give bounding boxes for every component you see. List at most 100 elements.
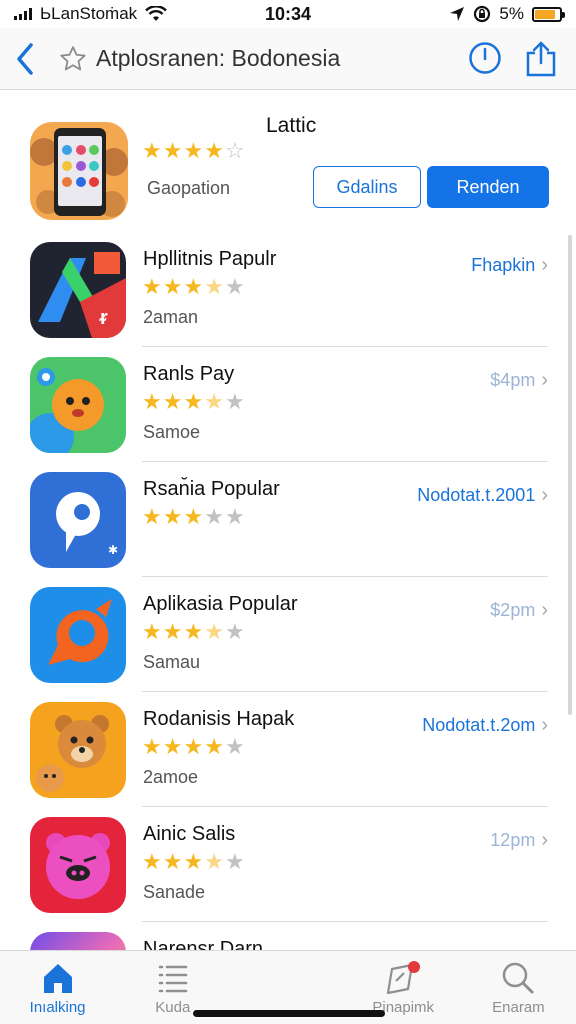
tab-home[interactable]: Inıalking bbox=[0, 951, 115, 1024]
app-action-label: Nodotat.t.2001 bbox=[417, 485, 536, 505]
star-icon: ★ bbox=[224, 504, 245, 529]
fox-icon bbox=[30, 357, 126, 453]
svg-text:ᵲ: ᵲ bbox=[99, 307, 108, 329]
carrier-label: ЬLanStoṁak bbox=[40, 4, 138, 23]
app-action-label: $2pm bbox=[490, 600, 536, 620]
blank-icon bbox=[271, 961, 305, 995]
star-icon: ★ bbox=[204, 504, 224, 529]
app-rating: ★ ★ ★ ★ ★ bbox=[142, 276, 245, 298]
app-name: Hpllitnis Papulr bbox=[143, 248, 277, 270]
star-icon: ★ bbox=[183, 389, 204, 414]
app-subtitle: 2aman bbox=[143, 307, 199, 327]
wifi-icon bbox=[145, 6, 168, 21]
nav-bar: Atplosranen: Bodonesia bbox=[0, 28, 576, 90]
list-item[interactable]: ᵲ Hpllitnis Papulr ★ ★ ★ ★ ★ 2aman Fhapkin › bbox=[0, 232, 576, 347]
star-icon: ★ bbox=[142, 274, 162, 299]
app-action[interactable]: $4pm › bbox=[490, 369, 548, 392]
star-icon: ★ bbox=[162, 849, 183, 874]
bookmark-icon bbox=[387, 961, 421, 995]
secondary-button[interactable]: Gdalins bbox=[313, 166, 421, 208]
star-icon: ★ bbox=[224, 389, 245, 414]
featured-rating: ★ ★ ★ ★ ☆ bbox=[142, 140, 245, 162]
star-icon: ★ bbox=[162, 734, 183, 759]
battery-icon bbox=[532, 6, 565, 22]
app-action-label: Fhapkin bbox=[471, 255, 536, 275]
app-action[interactable]: 12pm › bbox=[490, 829, 548, 852]
star-icon: ★ bbox=[204, 734, 224, 759]
list-item[interactable]: Ranls Pay ★ ★ ★ ★ ★ Samoe $4pm › bbox=[0, 347, 576, 462]
status-left: ЬLanStoṁak bbox=[14, 4, 214, 24]
app-action-label: 12pm bbox=[490, 830, 536, 850]
primary-button[interactable]: Renden bbox=[427, 166, 549, 208]
star-icon: ★ bbox=[204, 619, 224, 644]
list-item[interactable]: Rodanisis Hapak ★ ★ ★ ★ ★ 2amoe Nodotat.t.2o… bbox=[0, 692, 576, 807]
list-icon bbox=[158, 965, 188, 993]
star-icon: ★ bbox=[183, 849, 204, 874]
chevron-right-icon: › bbox=[541, 829, 548, 851]
app-rating: ★ ★ ★ ★ ★ bbox=[142, 851, 245, 873]
app-subtitle: 2amoe bbox=[143, 767, 199, 787]
list-item[interactable]: Aplikasia Popular ★ ★ ★ ★ ★ Samau $2pm › bbox=[0, 577, 576, 692]
home-icon bbox=[43, 964, 72, 993]
clock-icon[interactable] bbox=[468, 41, 502, 75]
chevron-right-icon: › bbox=[541, 714, 548, 736]
app-rating: ★ ★ ★ ★ ★ bbox=[142, 736, 245, 758]
status-bar: ЬLanStoṁak 10:34 5% bbox=[0, 0, 576, 28]
tab-label: Inıalking bbox=[29, 999, 86, 1016]
tab-label: Enaram bbox=[492, 999, 545, 1016]
app-rating: ★ ★ ★ ★ ★ bbox=[142, 621, 245, 643]
star-icon: ★ bbox=[162, 389, 183, 414]
star-icon: ★ bbox=[183, 734, 204, 759]
chevron-right-icon: › bbox=[541, 254, 548, 276]
star-icon: ★ bbox=[183, 138, 204, 163]
share-icon[interactable] bbox=[524, 40, 558, 77]
star-icon: ★ bbox=[204, 274, 224, 299]
star-icon: ★ bbox=[142, 389, 162, 414]
chevron-right-icon: › bbox=[541, 599, 548, 621]
status-right: 5% bbox=[362, 4, 565, 24]
chevron-right-icon: › bbox=[541, 369, 548, 391]
chevron-right-icon: › bbox=[541, 484, 548, 506]
tab-search[interactable]: Enaram bbox=[461, 951, 576, 1024]
app-rating: ★ ★ ★ ★ ★ bbox=[142, 506, 245, 528]
star-icon: ★ bbox=[142, 504, 162, 529]
star-icon: ★ bbox=[204, 849, 224, 874]
star-icon: ★ bbox=[224, 849, 245, 874]
app-action[interactable]: Fhapkin › bbox=[471, 254, 548, 277]
page-title: Atplosranen: Bodonesia bbox=[96, 45, 341, 71]
app-action[interactable]: $2pm › bbox=[490, 599, 548, 622]
chevron-left-icon bbox=[17, 42, 33, 75]
battery-fill bbox=[535, 9, 556, 19]
svg-text:✱: ✱ bbox=[108, 543, 118, 557]
list-item[interactable]: ✱ Rsan̆ia Popular ★ ★ ★ ★ ★ Nodotat.t.2001 › bbox=[0, 462, 576, 577]
star-icon: ★ bbox=[224, 734, 245, 759]
search-icon bbox=[503, 962, 534, 994]
star-icon: ★ bbox=[183, 274, 204, 299]
scroll-indicator[interactable] bbox=[568, 235, 572, 715]
star-icon: ★ bbox=[142, 619, 162, 644]
app-subtitle: Samau bbox=[143, 652, 201, 672]
star-icon: ★ bbox=[142, 849, 162, 874]
star-icon: ★ bbox=[162, 504, 183, 529]
star-icon: ★ bbox=[142, 138, 162, 163]
home-indicator[interactable] bbox=[193, 1010, 385, 1017]
featured-app[interactable]: Lattic ★ ★ ★ ★ ☆ Gaopation Gdalins Renden bbox=[0, 92, 576, 230]
star-icon: ★ bbox=[224, 619, 245, 644]
back-button[interactable] bbox=[0, 42, 50, 76]
status-time: 10:34 bbox=[264, 3, 312, 24]
app-action[interactable]: Nodotat.t.2001 › bbox=[417, 484, 548, 507]
star-icon: ★ bbox=[162, 619, 183, 644]
location-icon bbox=[450, 7, 465, 21]
featured-title: Lattic bbox=[266, 114, 317, 137]
favorite-button[interactable] bbox=[50, 44, 96, 74]
app-a-icon: ᵲ bbox=[30, 242, 126, 338]
battery-percent: 5% bbox=[499, 4, 524, 23]
phone-app-icon bbox=[30, 122, 128, 220]
app-action[interactable]: Nodotat.t.2om › bbox=[422, 714, 548, 737]
star-icon: ☆ bbox=[224, 138, 245, 163]
star-icon: ★ bbox=[183, 504, 204, 529]
list-item[interactable]: Ainic Salis ★ ★ ★ ★ ★ Sanade 12pm › bbox=[0, 807, 576, 922]
app-subtitle: Sanade bbox=[143, 882, 206, 902]
app-name: Ranls Pay bbox=[143, 363, 235, 385]
featured-subtitle: Gaopation bbox=[147, 178, 231, 198]
